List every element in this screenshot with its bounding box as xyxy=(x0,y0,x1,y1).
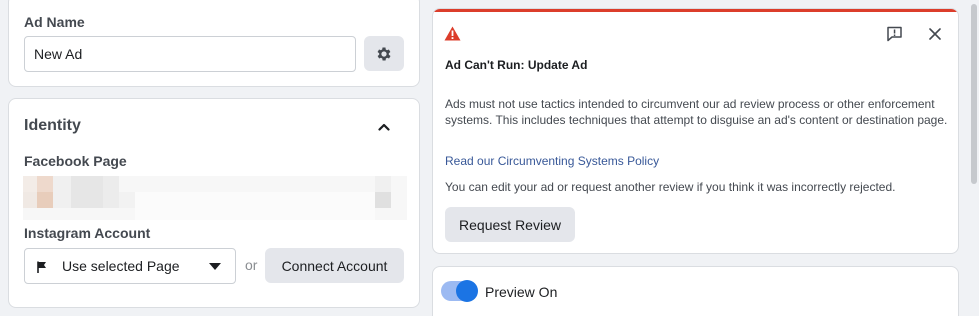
connect-account-label: Connect Account xyxy=(281,257,388,274)
preview-toggle[interactable] xyxy=(441,280,478,302)
preview-card: Preview On xyxy=(432,266,959,316)
request-review-label: Request Review xyxy=(459,216,561,233)
policy-link[interactable]: Read our Circumventing Systems Policy xyxy=(445,154,659,168)
alert-note: You can edit your ad or request another … xyxy=(445,180,896,194)
close-icon[interactable] xyxy=(929,28,941,40)
instagram-select-value: Use selected Page xyxy=(62,258,180,274)
alert-title: Ad Can't Run: Update Ad xyxy=(445,58,588,72)
facebook-page-selector[interactable] xyxy=(23,176,407,220)
alert-accent-bar xyxy=(433,9,958,12)
ad-rejected-alert: Ad Can't Run: Update Ad Ads must not use… xyxy=(432,8,959,254)
gear-icon xyxy=(377,46,391,61)
scrollbar-thumb[interactable] xyxy=(971,4,977,184)
feedback-icon[interactable] xyxy=(886,26,903,42)
ad-name-value: New Ad xyxy=(34,46,83,62)
identity-title: Identity xyxy=(24,117,81,134)
chevron-up-icon[interactable] xyxy=(377,120,391,134)
preview-label: Preview On xyxy=(485,284,558,300)
instagram-account-label: Instagram Account xyxy=(24,225,151,241)
warning-icon xyxy=(444,26,461,41)
or-separator: or xyxy=(245,257,258,273)
caret-down-icon xyxy=(209,263,221,270)
request-review-button[interactable]: Request Review xyxy=(445,207,575,242)
ad-name-settings-button[interactable] xyxy=(364,36,404,71)
ad-name-input[interactable]: New Ad xyxy=(24,36,356,72)
identity-card: Identity Facebook Page Instagram Account… xyxy=(8,98,420,308)
flag-icon xyxy=(37,261,46,273)
ad-name-card: Ad Name New Ad xyxy=(8,0,420,87)
facebook-page-label: Facebook Page xyxy=(24,153,127,169)
ad-name-label: Ad Name xyxy=(24,14,85,30)
connect-account-button[interactable]: Connect Account xyxy=(265,248,404,283)
instagram-account-select[interactable]: Use selected Page xyxy=(24,248,236,284)
alert-body: Ads must not use tactics intended to cir… xyxy=(445,97,948,127)
preview-toggle-knob xyxy=(456,280,478,302)
